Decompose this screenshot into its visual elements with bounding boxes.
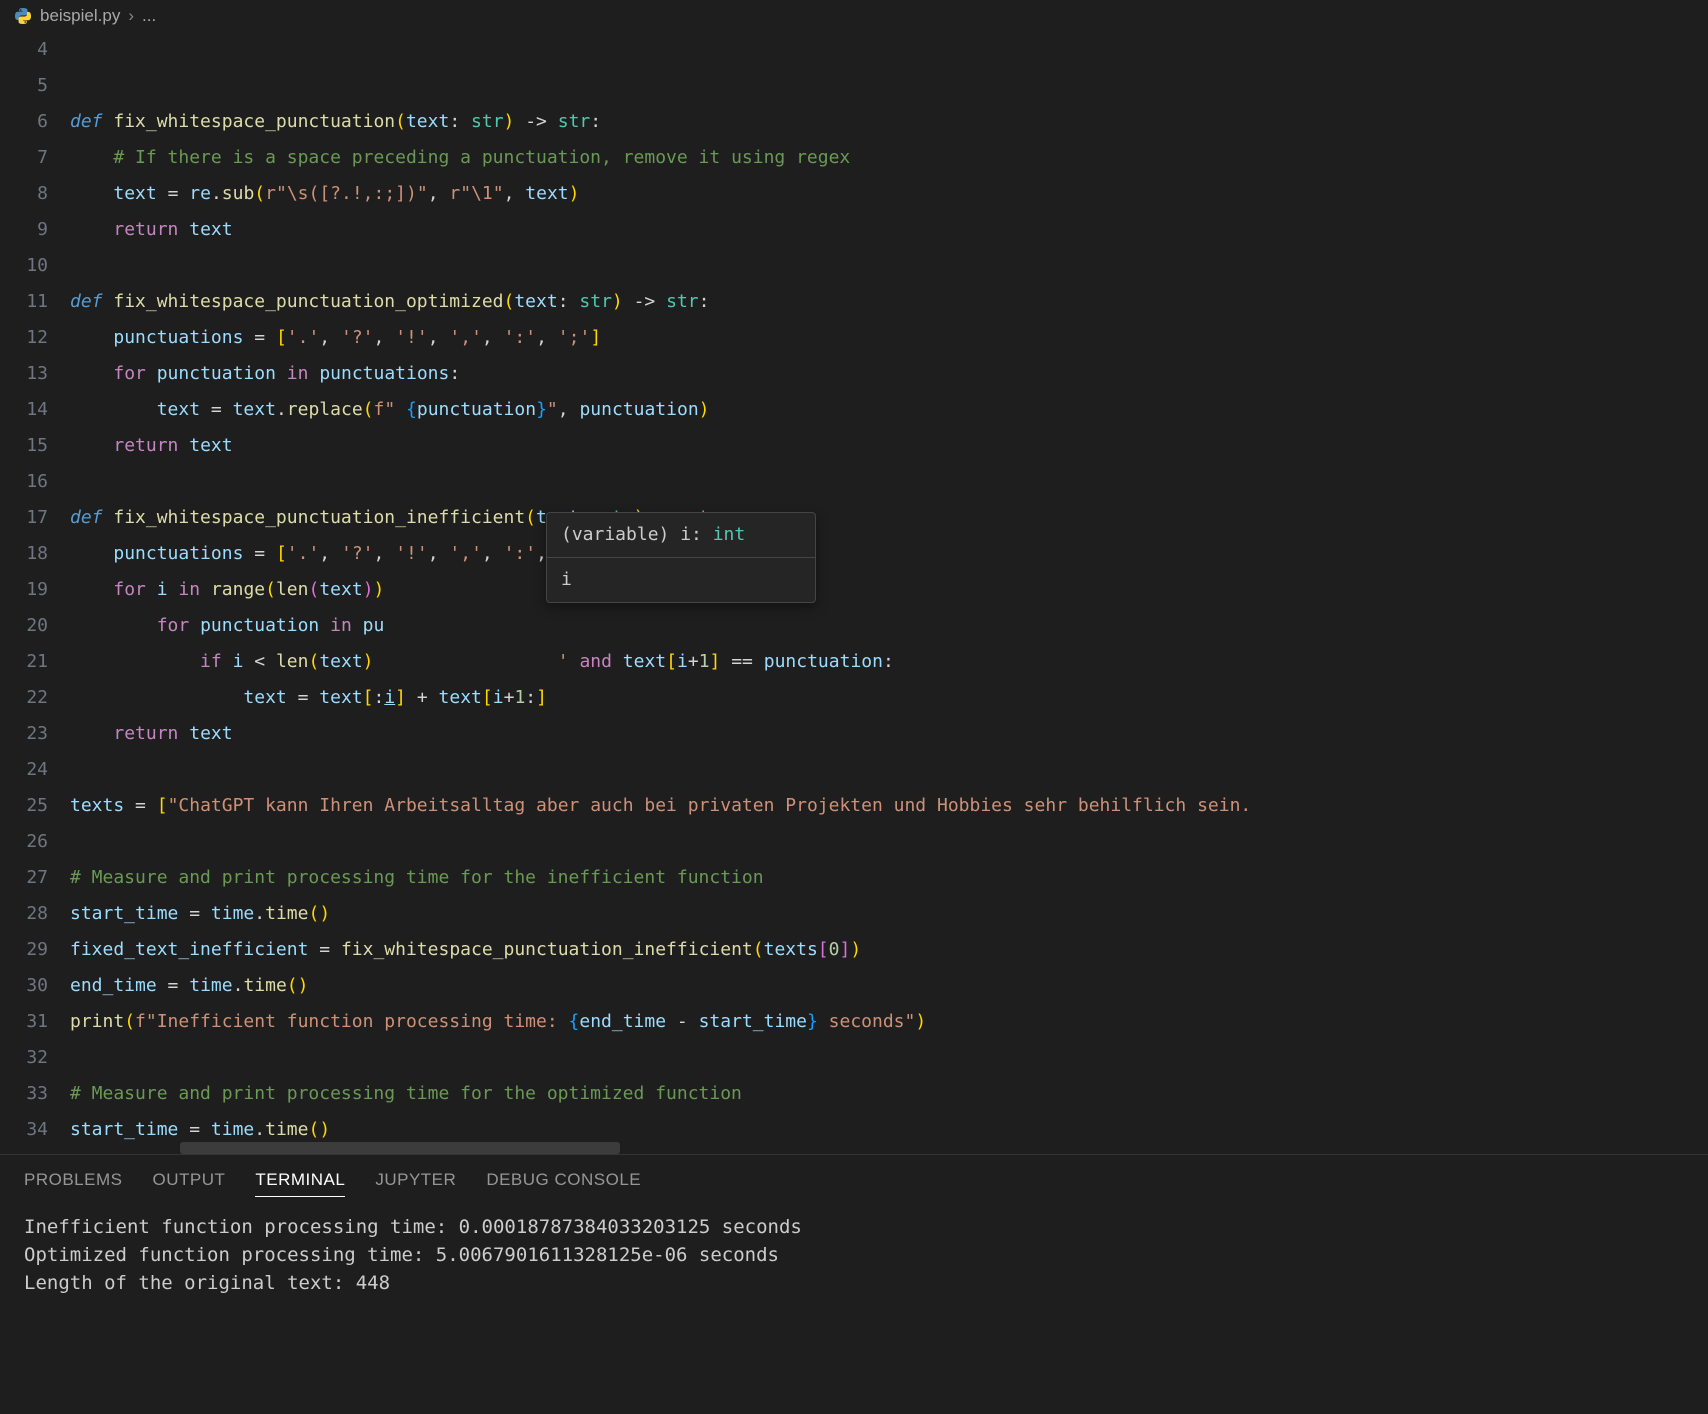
code-line[interactable]: def fix_whitespace_punctuation_inefficie… xyxy=(70,500,1708,536)
code-line[interactable]: text = re.sub(r"\s([?.!,:;])", r"\1", te… xyxy=(70,176,1708,212)
line-number: 33 xyxy=(0,1076,48,1112)
line-number: 26 xyxy=(0,824,48,860)
code-line[interactable]: return text xyxy=(70,716,1708,752)
panel-tabs: PROBLEMS OUTPUT TERMINAL JUPYTER DEBUG CONSO… xyxy=(0,1165,1708,1207)
code-line[interactable]: # Measure and print processing time for … xyxy=(70,860,1708,896)
code-line[interactable]: # Measure and print processing time for … xyxy=(70,1076,1708,1112)
code-line[interactable]: # If there is a space preceding a punctu… xyxy=(70,140,1708,176)
breadcrumb[interactable]: beispiel.py › ... xyxy=(0,0,1708,32)
line-number: 23 xyxy=(0,716,48,752)
code-line[interactable]: text = text[:i] + text[i+1:] xyxy=(70,680,1708,716)
code-line[interactable]: def fix_whitespace_punctuation_optimized… xyxy=(70,284,1708,320)
line-number: 30 xyxy=(0,968,48,1004)
code-line[interactable]: for punctuation in pu xyxy=(70,608,1708,644)
line-number: 28 xyxy=(0,896,48,932)
line-number: 31 xyxy=(0,1004,48,1040)
line-number: 21 xyxy=(0,644,48,680)
line-number: 10 xyxy=(0,248,48,284)
panel-tab-problems[interactable]: PROBLEMS xyxy=(24,1170,122,1197)
code-line[interactable]: texts = ["ChatGPT kann Ihren Arbeitsallt… xyxy=(70,788,1708,824)
code-line[interactable]: def fix_whitespace_punctuation(text: str… xyxy=(70,104,1708,140)
python-file-icon xyxy=(14,7,32,25)
code-line[interactable]: punctuations = ['.', '?', '!', ',', ':',… xyxy=(70,536,1708,572)
code-line[interactable]: text = text.replace(f" {punctuation}", p… xyxy=(70,392,1708,428)
line-number: 32 xyxy=(0,1040,48,1076)
line-number: 7 xyxy=(0,140,48,176)
code-line[interactable] xyxy=(70,464,1708,500)
line-number: 4 xyxy=(0,32,48,68)
line-number-gutter: 4567891011121314151617181920212223242526… xyxy=(0,32,70,1154)
hover-signature: (variable) i: int xyxy=(547,513,815,558)
code-line[interactable] xyxy=(70,248,1708,284)
code-content[interactable]: def fix_whitespace_punctuation(text: str… xyxy=(70,32,1708,1154)
line-number: 18 xyxy=(0,536,48,572)
code-line[interactable]: start_time = time.time() xyxy=(70,896,1708,932)
line-number: 27 xyxy=(0,860,48,896)
code-line[interactable]: return text xyxy=(70,428,1708,464)
editor-area[interactable]: 4567891011121314151617181920212223242526… xyxy=(0,32,1708,1154)
line-number: 22 xyxy=(0,680,48,716)
line-number: 15 xyxy=(0,428,48,464)
line-number: 25 xyxy=(0,788,48,824)
line-number: 8 xyxy=(0,176,48,212)
chevron-right-icon: › xyxy=(128,6,134,26)
bottom-panel: PROBLEMS OUTPUT TERMINAL JUPYTER DEBUG CONSO… xyxy=(0,1154,1708,1414)
horizontal-scrollbar[interactable] xyxy=(180,1142,620,1154)
terminal-output[interactable]: Inefficient function processing time: 0.… xyxy=(0,1207,1708,1303)
line-number: 13 xyxy=(0,356,48,392)
code-line[interactable] xyxy=(70,1040,1708,1076)
code-line[interactable]: return text xyxy=(70,212,1708,248)
line-number: 14 xyxy=(0,392,48,428)
line-number: 20 xyxy=(0,608,48,644)
line-number: 11 xyxy=(0,284,48,320)
line-number: 34 xyxy=(0,1112,48,1148)
code-line[interactable] xyxy=(70,824,1708,860)
panel-tab-terminal[interactable]: TERMINAL xyxy=(255,1170,345,1197)
code-line[interactable]: for i in range(len(text)) xyxy=(70,572,1708,608)
code-line[interactable]: for punctuation in punctuations: xyxy=(70,356,1708,392)
line-number: 35 xyxy=(0,1148,48,1154)
line-number: 19 xyxy=(0,572,48,608)
line-number: 6 xyxy=(0,104,48,140)
breadcrumb-more[interactable]: ... xyxy=(142,6,156,26)
code-line[interactable]: print(f"Inefficient function processing … xyxy=(70,1004,1708,1040)
line-number: 16 xyxy=(0,464,48,500)
code-line[interactable]: end_time = time.time() xyxy=(70,968,1708,1004)
code-line[interactable]: if i < len(text) ' and text[i+1] == punc… xyxy=(70,644,1708,680)
panel-tab-debug-console[interactable]: DEBUG CONSOLE xyxy=(486,1170,641,1197)
code-line[interactable]: punctuations = ['.', '?', '!', ',', ':',… xyxy=(70,320,1708,356)
code-line[interactable]: fixed_text_inefficient = fix_whitespace_… xyxy=(70,932,1708,968)
hover-suggestion[interactable]: i xyxy=(547,558,815,602)
line-number: 17 xyxy=(0,500,48,536)
line-number: 12 xyxy=(0,320,48,356)
breadcrumb-file[interactable]: beispiel.py xyxy=(40,6,120,26)
line-number: 5 xyxy=(0,68,48,104)
panel-tab-jupyter[interactable]: JUPYTER xyxy=(375,1170,456,1197)
line-number: 24 xyxy=(0,752,48,788)
intellisense-hover[interactable]: (variable) i: int i xyxy=(546,512,816,603)
line-number: 9 xyxy=(0,212,48,248)
panel-tab-output[interactable]: OUTPUT xyxy=(152,1170,225,1197)
line-number: 29 xyxy=(0,932,48,968)
code-line[interactable] xyxy=(70,752,1708,788)
